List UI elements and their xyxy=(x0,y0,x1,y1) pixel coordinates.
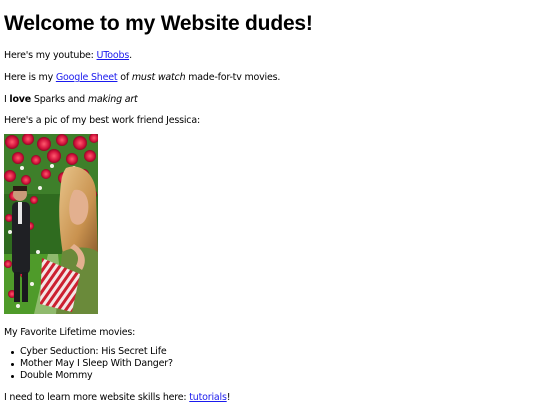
google-sheet-link[interactable]: Google Sheet xyxy=(56,72,118,83)
youtube-prefix: Here's my youtube: xyxy=(4,50,97,61)
sheet-line: Here is my Google Sheet of must watch ma… xyxy=(4,72,280,83)
bullet-icon xyxy=(11,363,14,366)
love-italic: making art xyxy=(87,94,138,105)
movies-list: Cyber Seduction: His Secret Life Mother … xyxy=(4,346,173,382)
sheet-emphasis: must watch xyxy=(131,72,186,83)
youtube-line: Here's my youtube: UToobs. xyxy=(4,50,132,61)
learn-prefix: I need to learn more website skills here… xyxy=(4,392,190,403)
list-item: Cyber Seduction: His Secret Life xyxy=(11,346,173,358)
page-title: Welcome to my Website dudes! xyxy=(4,12,313,35)
list-item: Mother May I Sleep With Danger? xyxy=(11,358,173,370)
bullet-icon xyxy=(11,351,14,354)
tutorials-link[interactable]: tutorials xyxy=(189,392,227,403)
learn-line: I need to learn more website skills here… xyxy=(4,392,230,403)
love-middle: Sparks and xyxy=(31,94,88,105)
sheet-middle: of xyxy=(117,72,132,83)
friend-photo xyxy=(4,134,98,314)
sheet-suffix: made-for-tv movies. xyxy=(185,72,281,83)
love-line: I love Sparks and making art xyxy=(4,94,138,105)
bullet-icon xyxy=(11,375,14,378)
friend-photo-image xyxy=(4,134,98,314)
learn-suffix: ! xyxy=(226,392,231,403)
sheet-prefix: Here is my xyxy=(4,72,56,83)
movie-title: Cyber Seduction: His Secret Life xyxy=(20,346,167,357)
movies-heading: My Favorite Lifetime movies: xyxy=(4,327,136,338)
movie-title: Double Mommy xyxy=(20,370,93,381)
youtube-link[interactable]: UToobs xyxy=(97,50,130,61)
movie-title: Mother May I Sleep With Danger? xyxy=(20,358,173,369)
list-item: Double Mommy xyxy=(11,370,173,382)
youtube-suffix: . xyxy=(129,50,132,61)
friend-caption: Here's a pic of my best work friend Jess… xyxy=(4,115,200,126)
love-bold: love xyxy=(9,94,32,105)
